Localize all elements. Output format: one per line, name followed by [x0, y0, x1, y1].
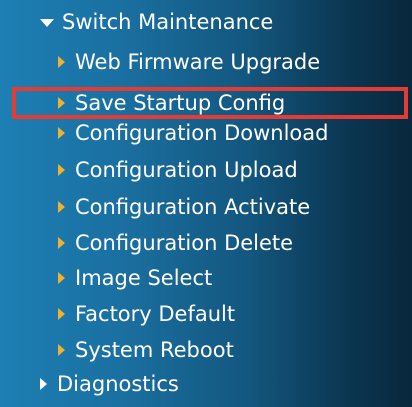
menu-section-label: Switch Maintenance	[62, 10, 274, 34]
caret-right-icon	[58, 344, 65, 356]
menu-item-label: Save Startup Config	[75, 91, 286, 115]
caret-right-icon	[58, 97, 65, 109]
menu-item-label: Configuration Activate	[75, 195, 311, 219]
menu-item-label: Factory Default	[75, 302, 236, 326]
menu-section-switch-maintenance[interactable]: Switch Maintenance	[40, 4, 273, 40]
menu-item-label: Configuration Download	[75, 121, 329, 145]
caret-right-icon	[58, 164, 65, 176]
caret-right-icon	[58, 201, 65, 213]
menu-item-label: Configuration Upload	[75, 158, 298, 182]
caret-down-icon	[40, 19, 54, 27]
menu-item-save-startup-config[interactable]: Save Startup Config	[58, 88, 285, 118]
menu-item-web-firmware-upgrade[interactable]: Web Firmware Upgrade	[58, 47, 320, 77]
menu-item-label: Image Select	[75, 266, 213, 290]
menu-item-configuration-upload[interactable]: Configuration Upload	[58, 155, 298, 185]
menu-item-label: Web Firmware Upgrade	[75, 50, 321, 74]
caret-right-icon	[58, 308, 65, 320]
menu-item-configuration-activate[interactable]: Configuration Activate	[58, 192, 310, 222]
menu-item-configuration-delete[interactable]: Configuration Delete	[58, 228, 293, 258]
caret-right-icon	[40, 378, 47, 390]
menu-item-image-select[interactable]: Image Select	[58, 263, 212, 293]
navigation-menu: Switch Maintenance Web Firmware Upgrade …	[0, 0, 412, 407]
menu-section-label: Diagnostics	[57, 372, 179, 396]
menu-item-label: System Reboot	[75, 338, 234, 362]
caret-right-icon	[58, 127, 65, 139]
caret-right-icon	[58, 272, 65, 284]
caret-right-icon	[58, 56, 65, 68]
menu-item-system-reboot[interactable]: System Reboot	[58, 335, 234, 365]
caret-right-icon	[58, 237, 65, 249]
menu-section-diagnostics[interactable]: Diagnostics	[40, 369, 179, 399]
menu-item-label: Configuration Delete	[75, 231, 294, 255]
menu-item-factory-default[interactable]: Factory Default	[58, 299, 235, 329]
menu-item-configuration-download[interactable]: Configuration Download	[58, 118, 328, 148]
